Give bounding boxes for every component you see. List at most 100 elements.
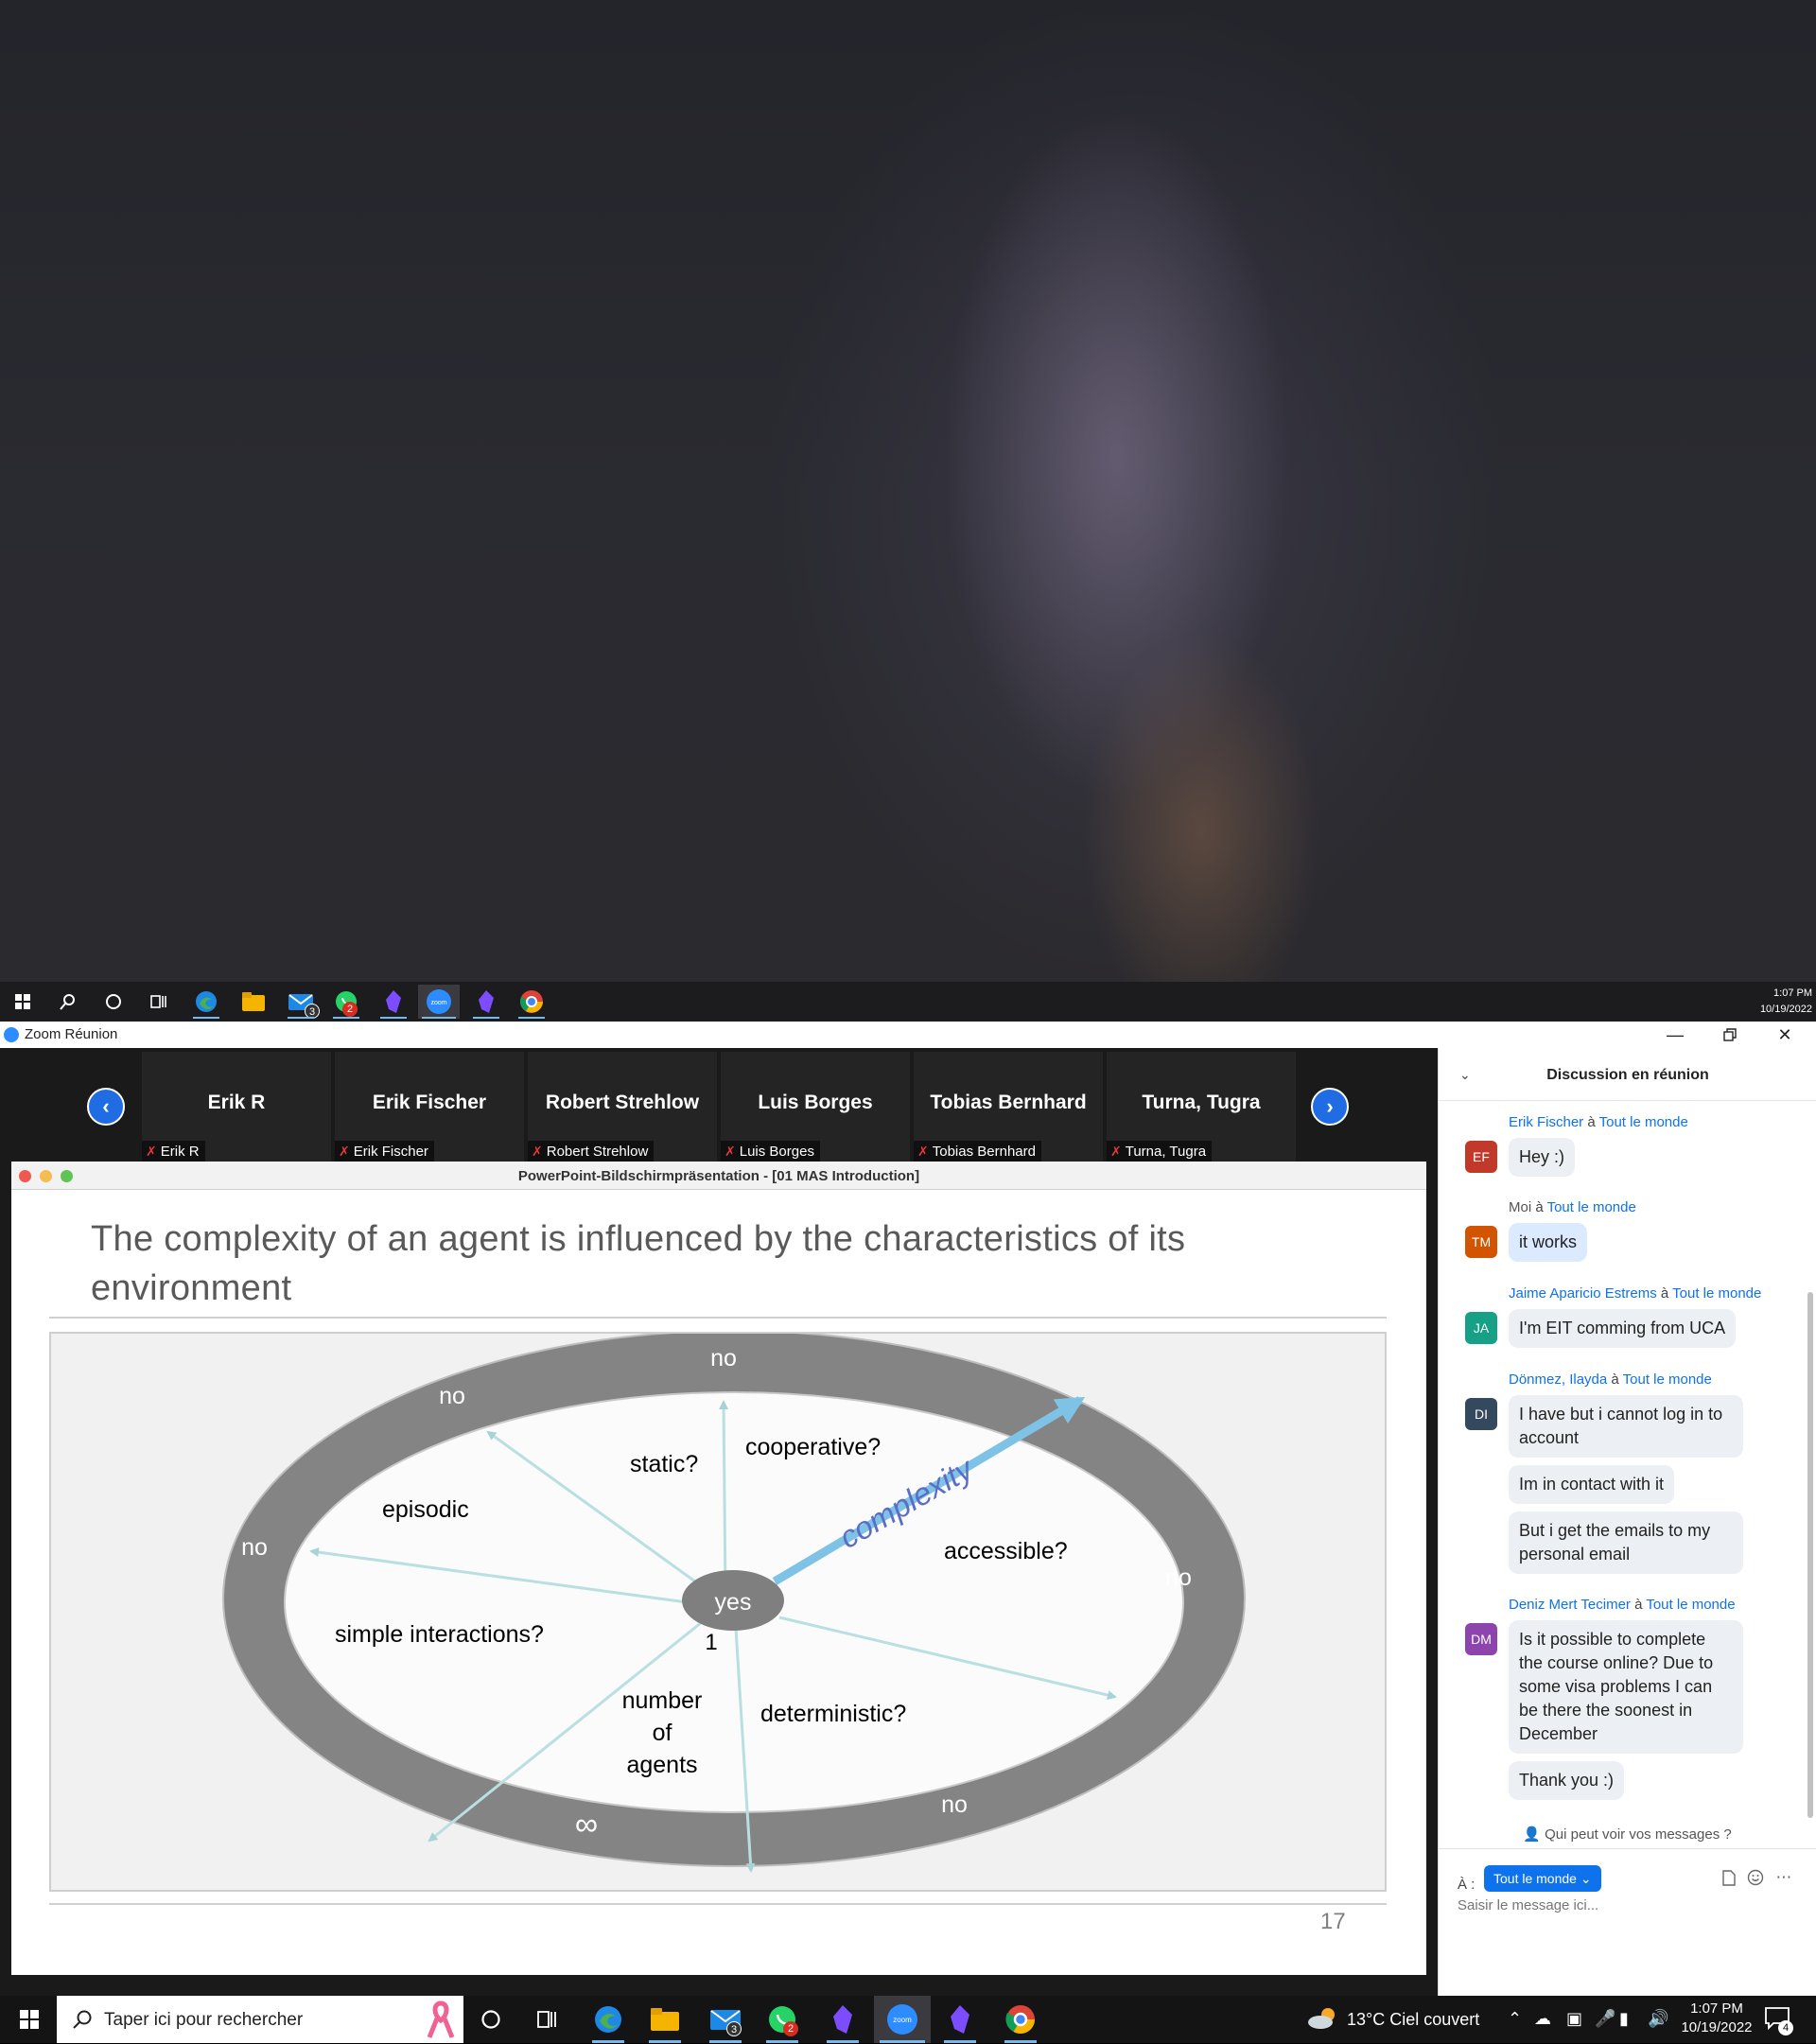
file-explorer-icon[interactable] [236,985,271,1019]
gallery-prev-button[interactable]: ‹ [87,1088,125,1126]
whatsapp-icon[interactable]: 2 [760,2000,804,2043]
obsidian-icon[interactable] [821,2000,864,2043]
avatar: TM [1465,1226,1497,1258]
sender-name[interactable]: Dönmez, Ilayda [1509,1371,1607,1388]
participant-tile[interactable]: Luis Borges ✗ Luis Borges [721,1052,910,1162]
chevron-up-icon[interactable]: ⌃ [1508,2009,1522,2029]
cortana-icon[interactable] [96,985,131,1019]
avatar: EF [1465,1141,1497,1173]
chrome-icon[interactable] [999,2000,1042,2043]
task-view-icon[interactable] [142,985,176,1019]
file-icon[interactable] [1719,1867,1739,1888]
message-bubble[interactable]: I have but i cannot log in to account [1509,1395,1743,1458]
message-bubble[interactable]: Hey :) [1509,1138,1576,1177]
taskbar-clock[interactable]: 1:07 PM 10/19/2022 [1665,2000,1769,2037]
mail-icon[interactable]: 3 [704,2000,747,2043]
slide-title: The complexity of an agent is influenced… [91,1219,1186,1308]
participant-name: Erik R [207,1092,266,1113]
search-icon[interactable] [51,985,85,1019]
cloud-weather-icon[interactable] [1307,2007,1339,2035]
taskbar-search-box[interactable]: Taper ici pour rechercher [57,1996,463,2043]
shared-window-titlebar: PowerPoint-Bildschirmpräsentation - [01 … [11,1162,1426,1190]
windows-start-icon[interactable] [6,985,40,1019]
participant-tile[interactable]: Erik Fischer ✗ Erik Fischer [335,1052,524,1162]
participant-name: Robert Strehlow [545,1092,700,1113]
participant-label: ✗ Robert Strehlow [528,1141,655,1162]
message-sender: Erik Fischer à Tout le monde [1509,1114,1777,1130]
participant-label-text: Erik R [160,1144,200,1160]
label-number-of-agents-2: of [653,1720,672,1746]
meet-now-icon[interactable]: ▣ [1566,2009,1582,2029]
message-bubble[interactable]: Thank you :) [1509,1761,1625,1800]
center-number: 1 [705,1630,717,1655]
message-bubble[interactable]: I'm EIT comming from UCA [1509,1309,1737,1348]
window-title: Zoom Réunion [25,1026,118,1042]
restore-icon[interactable] [1702,1022,1757,1048]
edge-browser-icon[interactable] [586,2000,630,2043]
label-cooperative: cooperative? [745,1434,881,1460]
zoom-app-icon[interactable]: zoom [418,985,460,1019]
emoji-icon[interactable] [1745,1867,1766,1888]
label-number-of-agents-3: agents [626,1752,697,1778]
participant-tile[interactable]: Tobias Bernhard ✗ Tobias Bernhard [914,1052,1103,1162]
more-options-icon[interactable]: ⋯ [1773,1867,1794,1888]
weather-text[interactable]: 13°C Ciel couvert [1347,2010,1479,2030]
recipient-name[interactable]: Tout le monde [1547,1199,1636,1215]
recipient-name[interactable]: Tout le monde [1623,1371,1712,1388]
recipient-name[interactable]: Tout le monde [1599,1114,1688,1130]
chat-divider [1439,1848,1816,1849]
message-sender: Deniz Mert Tecimer à Tout le monde [1509,1597,1777,1613]
recipient-name[interactable]: Tout le monde [1646,1597,1735,1613]
notification-count: 4 [1778,2020,1793,2035]
battery-icon[interactable]: ▮ [1619,2009,1629,2029]
who-can-see-link[interactable]: 👤 Qui peut voir vos messages ? [1439,1826,1816,1843]
cortana-icon[interactable] [469,2000,513,2038]
minimize-icon[interactable]: — [1648,1022,1702,1048]
message-bubble[interactable]: But i get the emails to my personal emai… [1509,1511,1743,1574]
zoom-app-icon[interactable]: zoom [874,1996,931,2043]
sender-to-word: à [1611,1371,1619,1388]
mic-muted-icon: ✗ [917,1144,929,1159]
close-icon[interactable]: ✕ [1757,1022,1812,1048]
file-explorer-icon[interactable] [643,2000,687,2043]
mic-muted-icon: ✗ [146,1144,157,1159]
obsidian-icon[interactable] [376,985,410,1019]
message-bubble[interactable]: Im in contact with it [1509,1465,1675,1504]
chevron-down-icon: ⌄ [1580,1871,1592,1886]
chat-message-input[interactable] [1458,1897,1798,1913]
zoom-window: Zoom Réunion — ✕ ‹ Erik R ✗ Erik R Erik F… [0,1022,1816,1996]
desktop-wallpaper [0,0,1816,982]
windows-start-icon[interactable] [8,2000,51,2038]
notification-center-icon[interactable]: 4 [1765,2007,1793,2035]
participant-tile[interactable]: Turna, Tugra ✗ Turna, Tugra [1107,1052,1296,1162]
mail-icon[interactable]: 3 [284,985,320,1019]
obsidian-icon-2[interactable] [469,985,503,1019]
top-clock[interactable]: 1:07 PM 10/19/2022 [1760,986,1812,1018]
top-taskbar: 3 2 zoom 1:07 PM 10/19/2022 [0,982,1816,1022]
microphone-icon[interactable]: 🎤 [1595,2009,1615,2029]
participant-name: Turna, Tugra [1142,1092,1261,1113]
chat-panel: ⌄ Discussion en réunion EF Erik Fischer … [1438,1048,1816,1996]
edge-browser-icon[interactable] [189,985,223,1019]
participant-tile[interactable]: Robert Strehlow ✗ Robert Strehlow [528,1052,717,1162]
message-bubble[interactable]: it works [1509,1223,1588,1262]
sender-name[interactable]: Erik Fischer [1509,1114,1583,1130]
sender-name[interactable]: Deniz Mert Tecimer [1509,1597,1631,1613]
onedrive-cloud-icon[interactable]: ☁ [1534,2009,1551,2029]
clock-date: 10/19/2022 [1681,2019,1753,2035]
chrome-icon[interactable] [515,985,549,1019]
message-sender: Jaime Aparicio Estrems à Tout le monde [1509,1285,1777,1302]
chat-scrollbar[interactable] [1807,1292,1813,1818]
recipient-dropdown[interactable]: Tout le monde ⌄ [1484,1865,1601,1892]
slide-divider [49,1317,1387,1319]
sender-name[interactable]: Jaime Aparicio Estrems [1509,1285,1657,1302]
message-bubble[interactable]: Is it possible to complete the course on… [1509,1620,1743,1754]
center-label: yes [715,1589,752,1616]
task-view-icon[interactable] [526,2000,569,2038]
ring-label-infinity: ∞ [575,1807,598,1843]
recipient-name[interactable]: Tout le monde [1672,1285,1761,1302]
participant-tile[interactable]: Erik R ✗ Erik R [142,1052,331,1162]
gallery-next-button[interactable]: › [1311,1088,1349,1126]
whatsapp-icon[interactable]: 2 [329,985,363,1019]
obsidian-icon-2[interactable] [938,2000,982,2043]
